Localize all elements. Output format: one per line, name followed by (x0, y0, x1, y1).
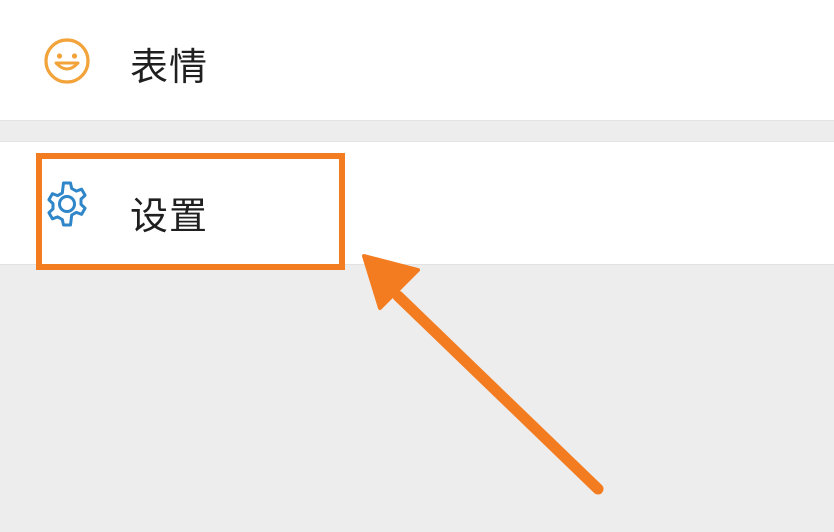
menu-item-settings[interactable]: 设置 (0, 141, 834, 265)
menu-item-settings-label: 设置 (130, 194, 209, 238)
settings-screen: 表情 设置 (0, 0, 834, 532)
menu-item-emoji-label: 表情 (130, 45, 209, 89)
gear-icon (40, 177, 94, 231)
smiley-face-icon (40, 34, 94, 88)
menu-item-emoji[interactable]: 表情 (0, 0, 834, 121)
